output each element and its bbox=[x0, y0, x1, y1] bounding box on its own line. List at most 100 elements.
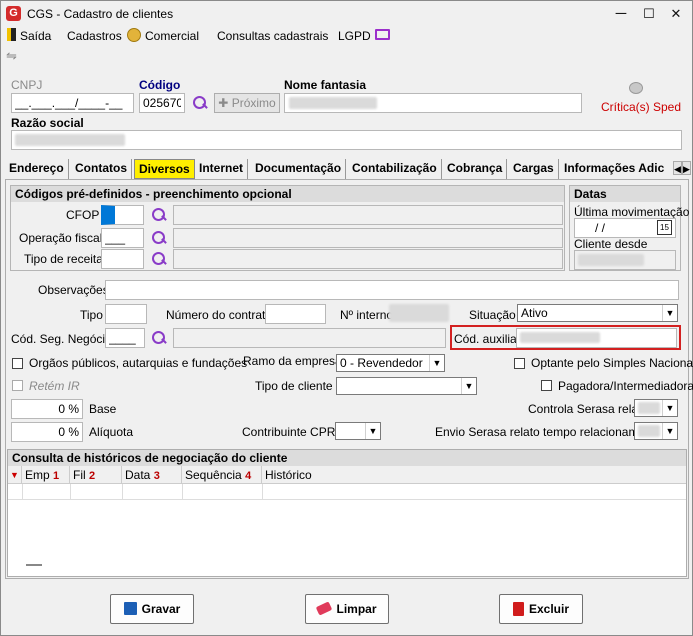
retem-ir-label: Retém IR bbox=[29, 379, 80, 393]
cod-seg-negocio-input[interactable] bbox=[105, 328, 145, 348]
historico-header: ▼ Emp 1 Fil 2 Data 3 Sequência 4 Históri… bbox=[8, 466, 686, 484]
razao-social-redacted bbox=[15, 134, 125, 146]
sort-order-3: 3 bbox=[153, 470, 160, 482]
sped-icon[interactable] bbox=[629, 82, 643, 94]
calendar-icon[interactable]: 15 bbox=[657, 220, 672, 235]
critica-sped-link[interactable]: Crítica(s) Sped bbox=[601, 100, 681, 114]
tab-cargas[interactable]: Cargas bbox=[509, 159, 559, 179]
cod-seg-negocio-label: Cód. Seg. Negócio bbox=[11, 332, 112, 346]
tipo-receita-description bbox=[173, 249, 563, 269]
tab-diversos[interactable]: Diversos bbox=[134, 159, 195, 179]
codigo-input[interactable] bbox=[139, 93, 185, 113]
maximize-button[interactable]: ☐ bbox=[639, 4, 659, 24]
tab-contatos[interactable]: Contatos bbox=[71, 159, 132, 179]
orgaos-label: Orgãos públicos, autarquias e fundações bbox=[29, 356, 248, 370]
historico-title: Consulta de históricos de negociação do … bbox=[8, 450, 686, 466]
proximo-label: Próximo bbox=[231, 96, 276, 110]
n-interno-redacted bbox=[389, 304, 449, 322]
proximo-button[interactable]: ✚ Próximo bbox=[214, 93, 280, 113]
optante-simples-checkbox[interactable] bbox=[514, 358, 525, 369]
numero-contrato-input[interactable] bbox=[265, 304, 326, 324]
cfop-label: CFOP bbox=[66, 208, 100, 222]
col-historico-label: Histórico bbox=[265, 468, 312, 482]
limpar-button[interactable]: Limpar bbox=[305, 594, 389, 624]
codigo-search-icon[interactable] bbox=[192, 95, 208, 111]
window-title: CGS - Cadastro de clientes bbox=[27, 7, 174, 21]
tab-cobranca[interactable]: Cobrança bbox=[443, 159, 508, 179]
monitor-icon[interactable] bbox=[375, 29, 390, 40]
menu-comercial[interactable]: Comercial bbox=[145, 29, 199, 43]
cnpj-input[interactable] bbox=[11, 93, 134, 113]
ramo-empresa-value: 0 - Revendedor bbox=[340, 356, 423, 370]
menu-cadastros[interactable]: Cadastros bbox=[67, 29, 122, 43]
envio-serasa-label: Envio Serasa relato tempo relacionamento bbox=[435, 425, 662, 439]
tab-endereco[interactable]: Endereço bbox=[5, 159, 69, 179]
arrows-icon[interactable]: ⇋ bbox=[6, 48, 17, 64]
retem-ir-checkbox[interactable] bbox=[12, 380, 23, 391]
tipo-cliente-select[interactable]: ▼ bbox=[336, 377, 477, 395]
gravar-label: Gravar bbox=[141, 602, 181, 616]
contribuinte-cprb-select[interactable]: ▼ bbox=[335, 422, 381, 440]
col-emp[interactable]: Emp 1 bbox=[22, 466, 70, 484]
chevron-down-icon: ▼ bbox=[461, 378, 476, 394]
tab-scroll-left-icon[interactable]: ◀ bbox=[673, 161, 682, 175]
col-historico[interactable]: Histórico bbox=[262, 466, 686, 484]
col-data[interactable]: Data 3 bbox=[122, 466, 182, 484]
col-emp-label: Emp bbox=[25, 468, 50, 482]
excluir-button[interactable]: Excluir bbox=[499, 594, 583, 624]
tipo-receita-input[interactable] bbox=[101, 249, 144, 269]
base-input[interactable] bbox=[11, 399, 83, 419]
codigo-label: Código bbox=[139, 78, 181, 92]
cliente-desde-label: Cliente desde bbox=[574, 237, 648, 251]
col-fil[interactable]: Fil 2 bbox=[70, 466, 122, 484]
tab-documentacao[interactable]: Documentação bbox=[251, 159, 347, 179]
aliquota-label: Alíquota bbox=[89, 425, 134, 439]
cfop-description bbox=[173, 205, 563, 225]
aliquota-input[interactable] bbox=[11, 422, 83, 442]
ramo-empresa-label: Ramo da empresa bbox=[243, 354, 342, 368]
base-label: Base bbox=[89, 402, 117, 416]
col-data-label: Data bbox=[125, 468, 151, 482]
pagadora-checkbox[interactable] bbox=[541, 380, 552, 391]
operacao-search-icon[interactable] bbox=[151, 230, 167, 246]
cfop-search-icon[interactable] bbox=[151, 207, 167, 223]
row-indicator-icon: ▼ bbox=[8, 466, 22, 484]
historico-grid: Consulta de históricos de negociação do … bbox=[7, 449, 687, 577]
tipo-input[interactable] bbox=[105, 304, 147, 324]
cfop-input[interactable] bbox=[101, 205, 144, 225]
chevron-down-icon: ▼ bbox=[662, 423, 677, 439]
datas-title: Datas bbox=[570, 186, 680, 202]
close-button[interactable]: ✕ bbox=[666, 4, 686, 24]
menu-consultas[interactable]: Consultas cadastrais bbox=[217, 29, 328, 43]
cod-seg-search-icon[interactable] bbox=[151, 330, 167, 346]
tipo-receita-label: Tipo de receita bbox=[24, 252, 103, 266]
menu-saida[interactable]: Saída bbox=[20, 29, 51, 43]
optante-simples-label: Optante pelo Simples Nacional bbox=[531, 356, 693, 370]
menu-lgpd[interactable]: LGPD bbox=[338, 29, 371, 43]
observacoes-input[interactable] bbox=[105, 280, 679, 300]
tipo-receita-search-icon[interactable] bbox=[151, 251, 167, 267]
tab-contabilizacao[interactable]: Contabilização bbox=[348, 159, 442, 179]
envio-serasa-redacted bbox=[638, 425, 660, 437]
sort-order-4: 4 bbox=[245, 470, 252, 482]
gravar-button[interactable]: Gravar bbox=[110, 594, 194, 624]
situacao-select[interactable]: Ativo ▼ bbox=[517, 304, 678, 322]
orgaos-checkbox[interactable] bbox=[12, 358, 23, 369]
grid-scroll-indicator[interactable] bbox=[26, 564, 42, 566]
col-sequencia[interactable]: Sequência 4 bbox=[182, 466, 262, 484]
coins-icon bbox=[127, 28, 141, 42]
tab-informacoes-adic[interactable]: Informações Adic bbox=[560, 159, 678, 179]
ultima-movimentacao-label: Última movimentação bbox=[574, 205, 690, 219]
razao-social-label: Razão social bbox=[11, 116, 84, 130]
tab-scroll-right-icon[interactable]: ▶ bbox=[682, 161, 691, 175]
operacao-fiscal-input[interactable] bbox=[101, 228, 144, 248]
minimize-button[interactable]: ─ bbox=[611, 4, 631, 24]
ramo-empresa-select[interactable]: 0 - Revendedor ▼ bbox=[336, 354, 445, 372]
chevron-down-icon: ▼ bbox=[662, 400, 677, 416]
chevron-down-icon: ▼ bbox=[429, 355, 444, 371]
title-bar: G CGS - Cadastro de clientes ─ ☐ ✕ bbox=[1, 1, 692, 27]
excluir-label: Excluir bbox=[528, 602, 570, 616]
situacao-label: Situação bbox=[469, 308, 516, 322]
controla-serasa-redacted bbox=[638, 402, 660, 414]
tab-internet[interactable]: Internet bbox=[195, 159, 249, 179]
